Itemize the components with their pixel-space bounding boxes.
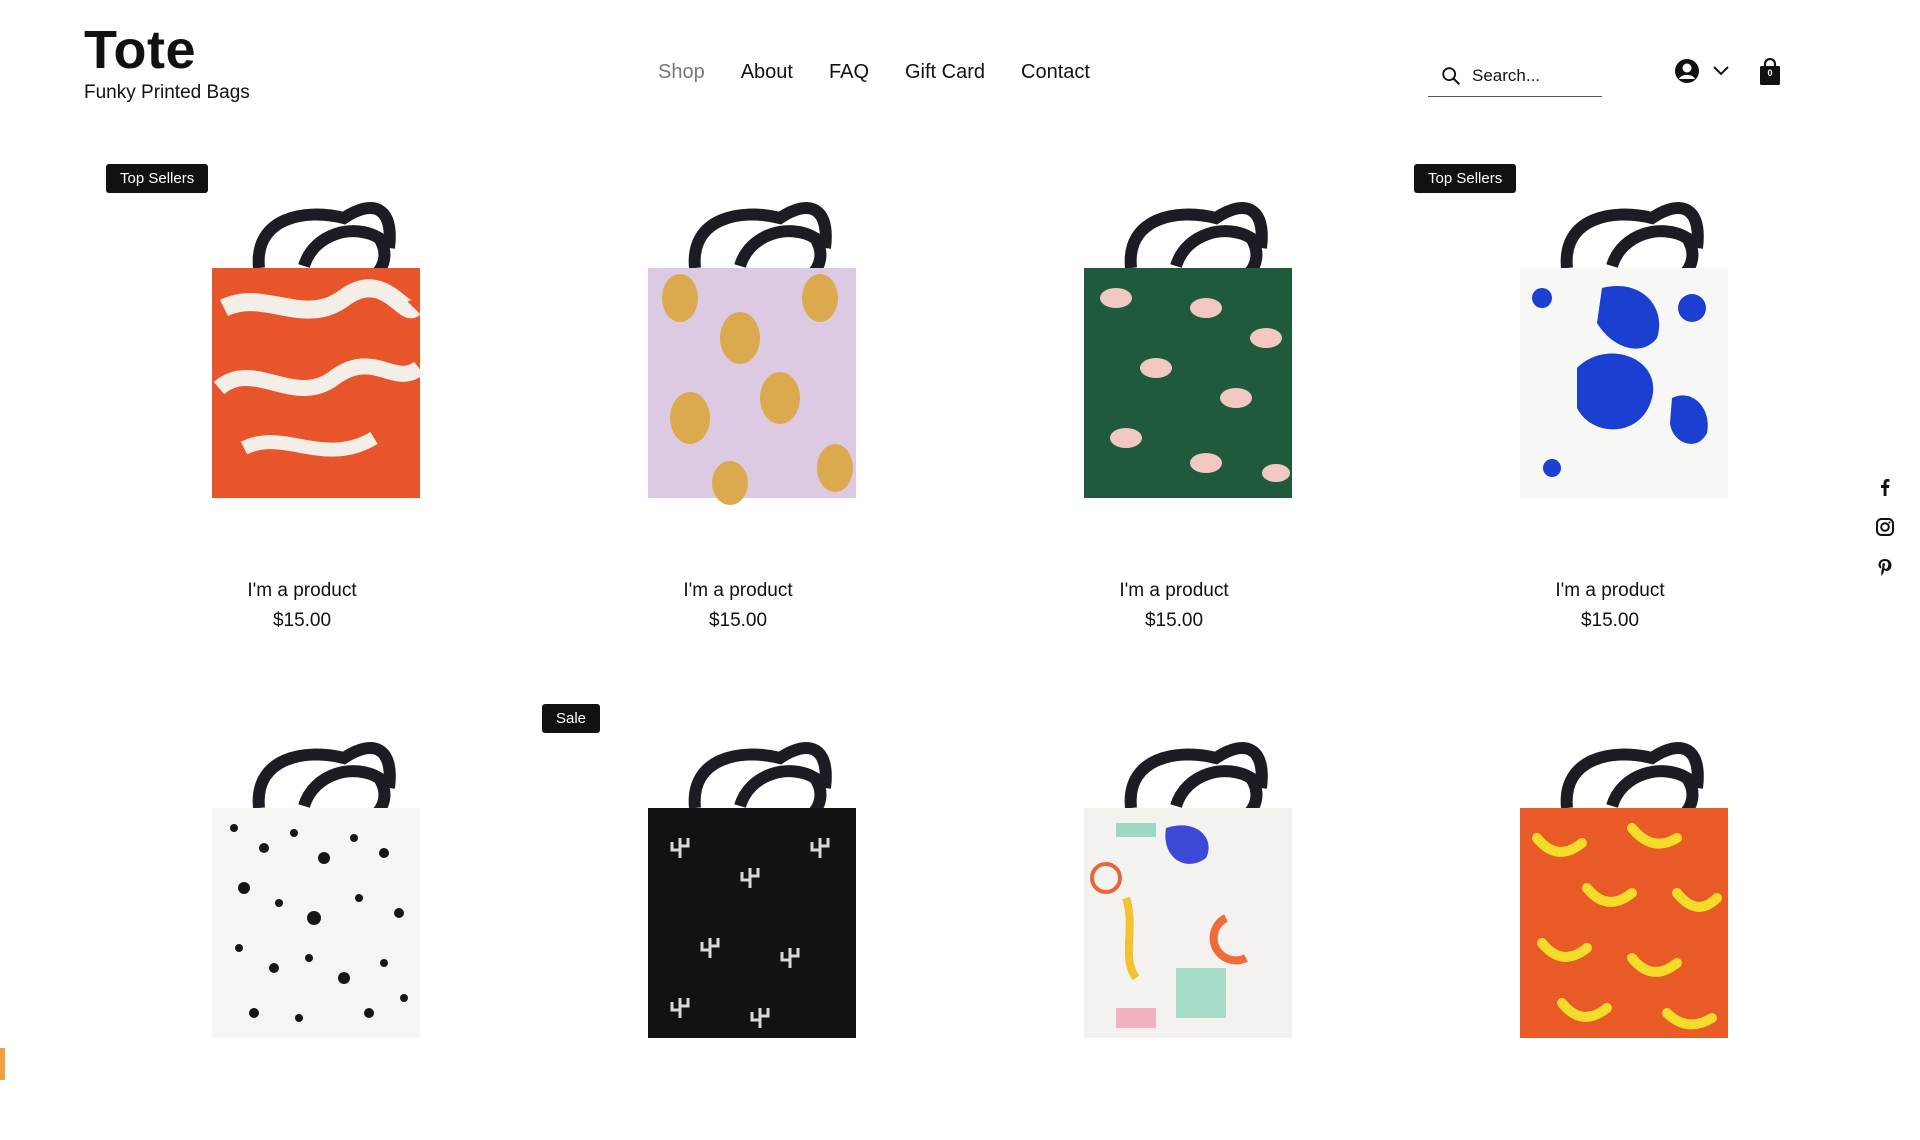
- product-price: $15.00: [1144, 610, 1204, 631]
- product-price: $15.00: [708, 610, 768, 631]
- cart-button[interactable]: 0: [1758, 57, 1782, 86]
- product-price: $15.00: [272, 610, 332, 631]
- nav-shop[interactable]: Shop: [658, 58, 705, 86]
- product-name[interactable]: I'm a product: [1392, 580, 1828, 602]
- social-bar: [1874, 476, 1896, 578]
- tote-bag-image: [1520, 742, 1728, 1038]
- tote-bag-image: [1520, 202, 1728, 498]
- cart-count: 0: [1767, 68, 1773, 78]
- chevron-down-icon: [1713, 66, 1729, 76]
- instagram-icon[interactable]: [1874, 516, 1896, 538]
- nav-about[interactable]: About: [741, 58, 793, 86]
- tote-bag-image: [648, 742, 856, 1038]
- product-card[interactable]: [1392, 700, 1828, 1140]
- edge-indicator: [0, 1048, 5, 1080]
- search-input[interactable]: [1472, 66, 1592, 86]
- brand-title: Tote: [84, 20, 196, 80]
- product-badge: Sale: [542, 704, 601, 733]
- product-name[interactable]: I'm a product: [84, 580, 520, 602]
- nav-gift-card[interactable]: Gift Card: [905, 58, 985, 86]
- brand-logo[interactable]: Tote Funky Printed Bags: [84, 20, 250, 104]
- product-card[interactable]: [84, 700, 520, 1140]
- product-card[interactable]: [956, 700, 1392, 1140]
- product-card[interactable]: I'm a product $15.00: [520, 160, 956, 631]
- tote-bag-image: [212, 202, 424, 498]
- product-card[interactable]: Top Sellers I'm a product $15.00: [84, 160, 520, 631]
- search-icon: [1442, 67, 1460, 85]
- search-box[interactable]: [1428, 56, 1602, 97]
- nav-faq[interactable]: FAQ: [829, 58, 869, 86]
- tote-bag-image: [1084, 742, 1292, 1038]
- product-card[interactable]: I'm a product $15.00: [956, 160, 1392, 631]
- tote-bag-image: [1084, 202, 1292, 498]
- product-price: $15.00: [1580, 610, 1640, 631]
- product-name[interactable]: I'm a product: [956, 580, 1392, 602]
- tote-bag-image: [212, 742, 420, 1038]
- main-nav: Shop About FAQ Gift Card Contact: [658, 58, 1126, 86]
- nav-contact[interactable]: Contact: [1021, 58, 1090, 86]
- account-icon: [1675, 59, 1699, 83]
- tote-bag-image: [648, 202, 856, 505]
- product-card[interactable]: Sale: [520, 700, 956, 1140]
- product-name[interactable]: I'm a product: [520, 580, 956, 602]
- account-menu[interactable]: [1674, 58, 1730, 84]
- facebook-icon[interactable]: [1874, 476, 1896, 498]
- product-card[interactable]: Top Sellers I'm a product $15.00: [1392, 160, 1828, 631]
- brand-subtitle: Funky Printed Bags: [84, 82, 250, 103]
- pinterest-icon[interactable]: [1874, 556, 1896, 578]
